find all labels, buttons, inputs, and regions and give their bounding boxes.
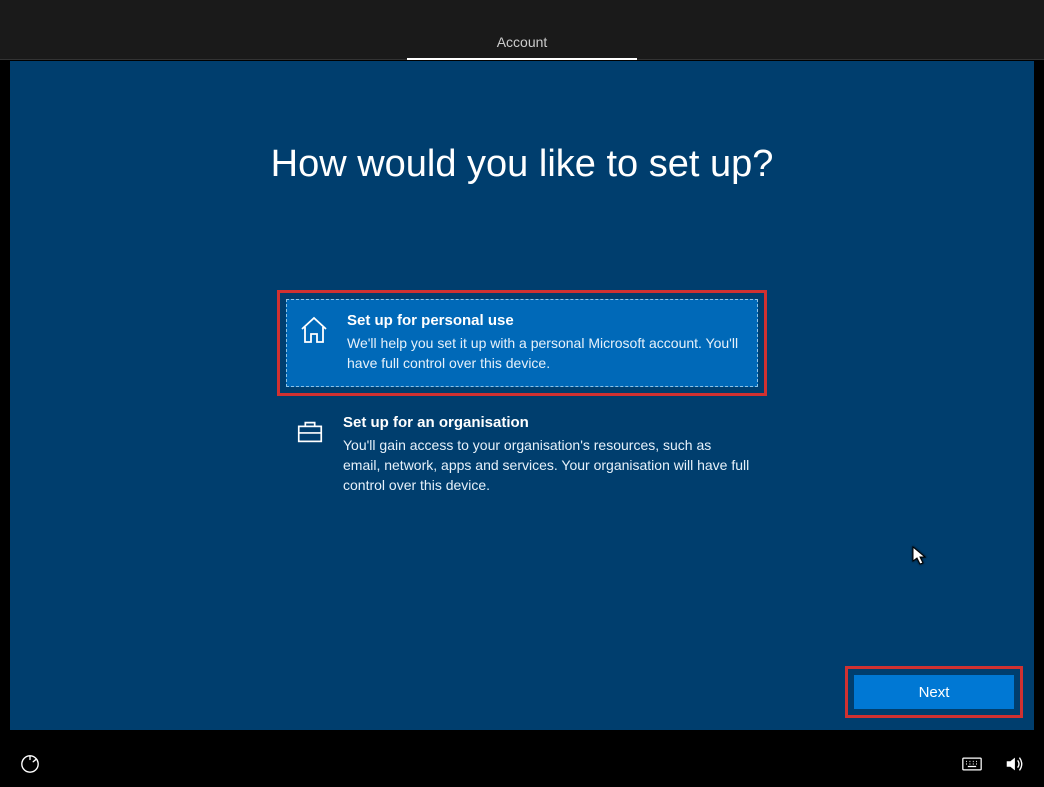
ease-of-access-icon[interactable] — [20, 754, 40, 774]
option-personal-desc: We'll help you set it up with a personal… — [347, 333, 747, 374]
volume-icon[interactable] — [1004, 754, 1024, 774]
home-icon — [297, 313, 331, 347]
option-organisation[interactable]: Set up for an organisation You'll gain a… — [283, 402, 761, 508]
bottom-bar — [0, 740, 1044, 787]
option-organisation-text: Set up for an organisation You'll gain a… — [343, 414, 751, 496]
option-personal-use[interactable]: Set up for personal use We'll help you s… — [286, 299, 758, 387]
setup-options: Set up for personal use We'll help you s… — [277, 290, 767, 513]
option-organisation-title: Set up for an organisation — [343, 414, 751, 431]
briefcase-icon — [293, 415, 327, 449]
page-title: How would you like to set up? — [10, 143, 1034, 186]
tab-account[interactable]: Account — [407, 26, 638, 60]
top-bar: Account — [0, 0, 1044, 60]
main-panel: How would you like to set up? Set up for… — [10, 61, 1034, 730]
option-personal-text: Set up for personal use We'll help you s… — [347, 312, 747, 374]
option-personal-title: Set up for personal use — [347, 312, 747, 329]
next-button-highlight: Next — [845, 666, 1023, 718]
option-personal-highlight: Set up for personal use We'll help you s… — [277, 290, 767, 396]
next-button[interactable]: Next — [854, 675, 1014, 709]
option-organisation-desc: You'll gain access to your organisation'… — [343, 435, 751, 496]
keyboard-icon[interactable] — [962, 754, 982, 774]
option-organisation-wrapper: Set up for an organisation You'll gain a… — [277, 396, 767, 514]
